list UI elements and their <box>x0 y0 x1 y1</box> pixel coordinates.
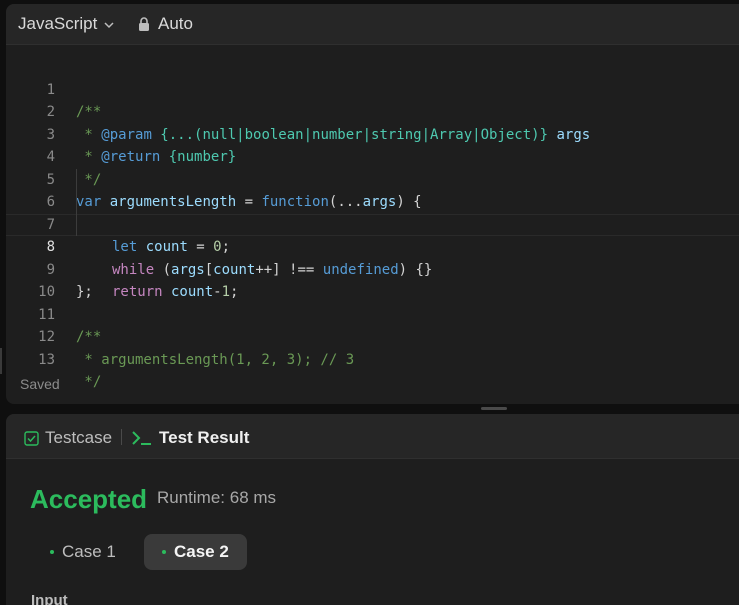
language-selector[interactable]: JavaScript <box>18 14 115 34</box>
line-number: 13 <box>38 351 55 368</box>
code-line: 2 * @param {...(null|boolean|number|stri… <box>6 79 739 143</box>
auto-mode-toggle[interactable]: Auto <box>138 14 193 34</box>
indent-guide <box>76 191 77 214</box>
code-editor-panel: JavaScript Auto 1 /** 2 * @param {...(nu… <box>6 4 739 404</box>
verdict-status: Accepted <box>30 484 148 514</box>
code-area[interactable]: 1 /** 2 * @param {...(null|boolean|numbe… <box>6 56 739 391</box>
code-line-active: 8 return count-1; <box>6 213 739 300</box>
code-line: 6 let count = 0; <box>6 168 739 255</box>
code-line: 11 /** <box>6 281 739 346</box>
auto-mode-label: Auto <box>158 14 193 33</box>
tab-test-result-label: Test Result <box>159 428 250 447</box>
code-line: 4 */ <box>6 124 739 188</box>
tab-test-result[interactable]: Test Result <box>131 428 249 448</box>
side-resize-handle[interactable] <box>0 348 2 374</box>
code-line: 12 * argumentsLength(1, 2, 3); // 3 <box>6 304 739 368</box>
case-label: Case 2 <box>174 542 229 561</box>
indent-guide <box>76 168 77 191</box>
results-tabbar: Testcase Test Result <box>6 414 739 459</box>
code-line: 1 /** <box>6 56 739 121</box>
code-line: 9 }; <box>6 236 739 301</box>
save-status: Saved <box>20 376 60 392</box>
terminal-icon <box>132 431 151 445</box>
code-line: 3 * @return {number} <box>6 101 739 166</box>
code-line: 13 */ <box>6 326 739 391</box>
code-line: 10 <box>6 259 739 300</box>
tab-testcase[interactable]: Testcase <box>24 428 112 448</box>
code-line: 7 while (args[count++] !== undefined) {} <box>6 191 739 278</box>
tab-testcase-label: Testcase <box>45 428 113 447</box>
language-label: JavaScript <box>18 14 98 33</box>
case-1-button[interactable]: Case 1 <box>32 534 134 570</box>
status-dot-icon <box>162 550 166 554</box>
status-dot-icon <box>50 550 54 554</box>
code-line: 5 var argumentsLength = function(...args… <box>6 146 739 211</box>
panel-resize-handle[interactable] <box>481 407 507 410</box>
lock-icon <box>139 17 149 31</box>
tab-divider <box>121 429 122 445</box>
checkbox-icon <box>24 430 39 446</box>
runtime-info: Runtime: 68 ms <box>157 488 277 507</box>
editor-toolbar: JavaScript Auto <box>6 4 739 45</box>
case-label: Case 1 <box>62 542 116 561</box>
case-2-button[interactable]: Case 2 <box>144 534 247 570</box>
indent-guide <box>76 213 77 236</box>
chevron-down-icon <box>104 22 114 29</box>
input-label: Input <box>31 592 68 605</box>
results-panel: Testcase Test Result Accepted Runtime: 6… <box>6 414 739 605</box>
